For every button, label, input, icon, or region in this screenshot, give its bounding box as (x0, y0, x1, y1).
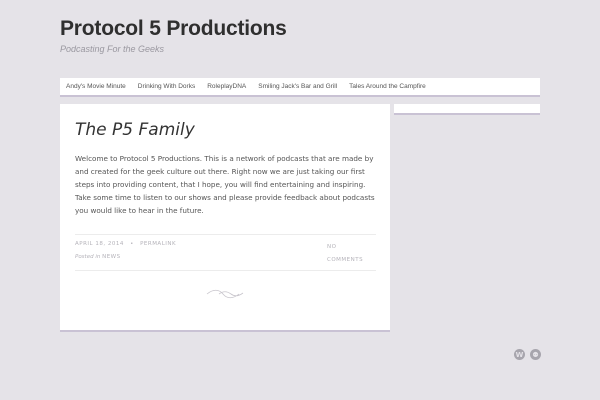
posted-in-label: Posted in (75, 254, 101, 260)
nav-item-roleplaydna[interactable]: RoleplayDNA (201, 83, 252, 90)
comments-label: Comments (327, 257, 364, 263)
theme-icon[interactable]: ⚉ (530, 349, 541, 360)
flourish-ornament (206, 289, 244, 299)
nav-item-smiling-jacks[interactable]: Smiling Jack's Bar and Grill (252, 83, 343, 90)
site-description: Podcasting For the Geeks (60, 44, 165, 54)
sidebar-widget (394, 104, 540, 115)
post-content: Welcome to Protocol 5 Productions. This … (75, 154, 375, 215)
post-meta: April 18, 2014 • Permalink Posted in New… (75, 234, 376, 271)
post-category-line: Posted in News (75, 254, 121, 260)
comments-link[interactable]: No Comments (327, 241, 372, 267)
permalink-link[interactable]: Permalink (140, 241, 176, 247)
main-navigation: Andy's Movie Minute Drinking With Dorks … (60, 78, 540, 97)
nav-item-drinking-with-dorks[interactable]: Drinking With Dorks (132, 83, 201, 90)
site-title[interactable]: Protocol 5 Productions (60, 17, 287, 41)
post-meta-line: April 18, 2014 • Permalink (75, 241, 176, 247)
post-title[interactable]: The P5 Family (75, 120, 195, 140)
post-card: The P5 Family Welcome to Protocol 5 Prod… (60, 104, 390, 332)
post-date-link[interactable]: April 18, 2014 (75, 241, 124, 247)
nav-item-andys-movie-minute[interactable]: Andy's Movie Minute (60, 83, 132, 90)
category-link[interactable]: News (102, 254, 121, 260)
comments-count: No (327, 244, 337, 250)
nav-item-tales-campfire[interactable]: Tales Around the Campfire (343, 83, 432, 90)
wordpress-icon[interactable]: W (514, 349, 525, 360)
meta-separator: • (130, 241, 134, 247)
footer-icons: W ⚉ (514, 349, 541, 360)
